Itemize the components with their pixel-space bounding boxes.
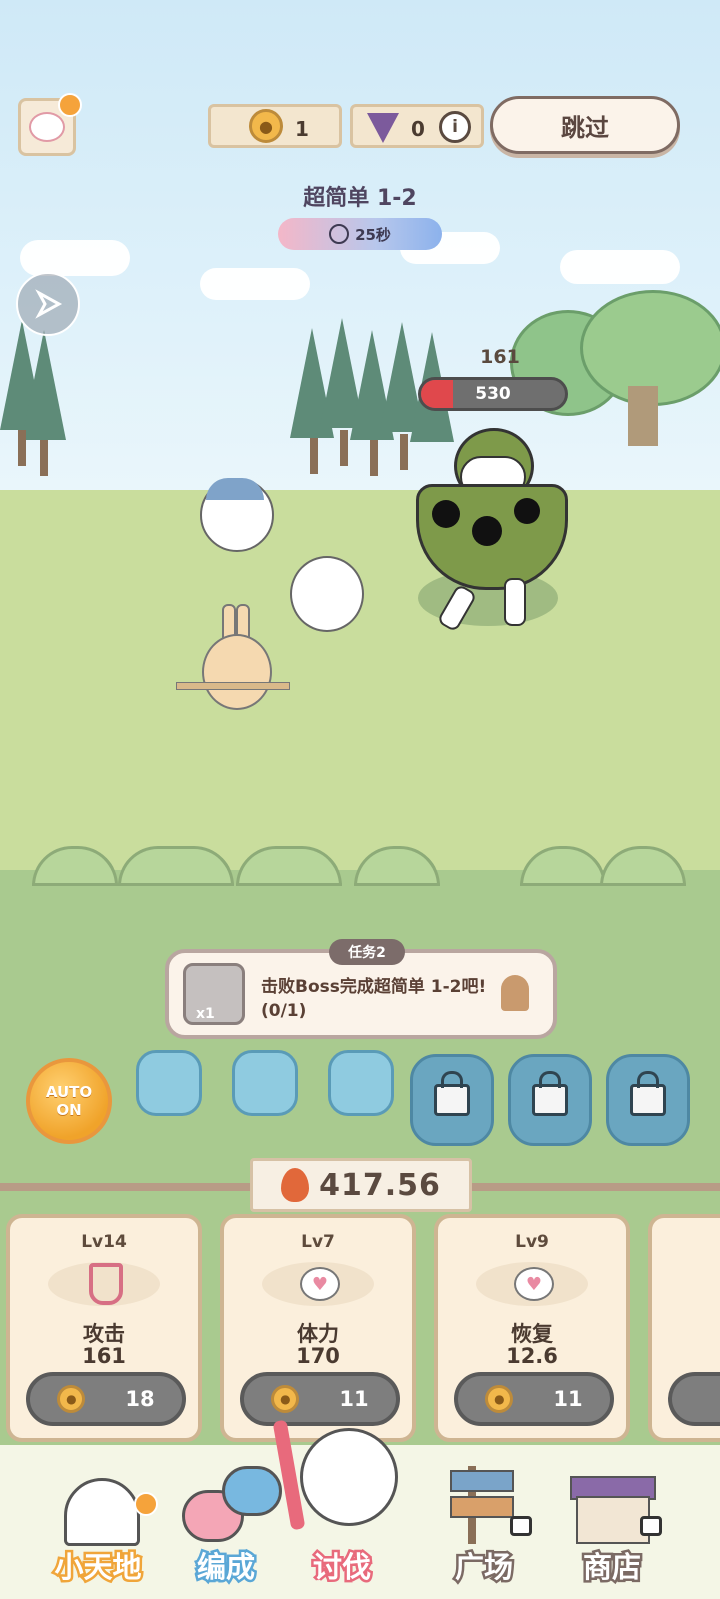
play-arrow-icon — [35, 289, 63, 319]
lock-icon — [532, 1071, 568, 1116]
chiikawa-character — [290, 556, 364, 636]
upgrade-button[interactable]: ● 11 — [240, 1372, 400, 1426]
card-stat-value: 161 — [82, 1344, 126, 1368]
nav-shop[interactable]: 商店 — [552, 1460, 672, 1590]
stopwatch-icon — [329, 224, 350, 244]
team-icon-back — [222, 1466, 282, 1516]
card-level: Lv14 — [81, 1232, 127, 1252]
locked-skill-slot-5[interactable] — [508, 1054, 592, 1146]
gem-counter: 0 i — [350, 104, 484, 148]
battle-icon — [300, 1428, 398, 1526]
boss-monster — [416, 420, 568, 640]
usagi-character — [200, 604, 272, 710]
cloud — [200, 268, 310, 300]
coin-icon: ● — [485, 1385, 514, 1413]
gem-icon — [367, 113, 399, 143]
nav-garden[interactable]: 小天地 — [38, 1460, 158, 1590]
coin-counter: ● 1 — [208, 104, 342, 148]
hachiware-character — [200, 478, 274, 558]
cloud — [20, 240, 130, 276]
nav-plaza[interactable]: 广场 — [424, 1460, 544, 1590]
upgrade-button[interactable] — [668, 1372, 720, 1426]
nav-label: 商店 — [580, 1548, 643, 1587]
skill-slot-1[interactable] — [136, 1050, 202, 1116]
mission-card[interactable]: 任务2 x1 击败Boss完成超简单 1-2吧! (0/1) — [165, 939, 557, 1039]
upgrade-cost: 11 — [553, 1387, 583, 1411]
nav-battle[interactable]: 讨伐 — [272, 1419, 402, 1590]
mission-text: 击败Boss完成超简单 1-2吧! (0/1) — [261, 977, 487, 1021]
lock-icon — [510, 1516, 532, 1536]
bush — [118, 846, 234, 886]
bell-icon — [501, 975, 529, 1011]
power-flame-icon — [281, 1168, 310, 1202]
auto-label: AUTO — [45, 1083, 93, 1101]
skill-slot-3[interactable] — [328, 1050, 394, 1116]
notification-dot — [134, 1492, 158, 1516]
speed-toggle-button[interactable] — [16, 272, 80, 336]
staff-weapon — [176, 682, 290, 690]
boss-attack-value: 161 — [480, 346, 520, 368]
coin-icon: ● — [249, 109, 283, 143]
heart-icon: ♥ — [300, 1264, 340, 1304]
cloud — [560, 250, 680, 284]
lock-icon — [434, 1071, 470, 1116]
card-level: Lv7 — [301, 1232, 335, 1252]
stage-title: 超简单 1-2 — [303, 186, 417, 211]
mission-badge: 任务2 — [329, 939, 405, 965]
battle-timer: 25秒 — [278, 218, 442, 250]
sign-board — [450, 1470, 514, 1492]
claw-icon — [86, 1263, 126, 1305]
shop-building — [576, 1496, 650, 1544]
card-stat-value: 170 — [296, 1344, 340, 1368]
upgrade-cost: 11 — [339, 1387, 369, 1411]
upgrade-card-recovery: Lv9 ♥ 恢复 12.6 ● 11 — [434, 1214, 630, 1442]
coin-icon: ● — [57, 1385, 86, 1413]
coin-icon: ● — [271, 1385, 300, 1413]
timer-text: 25秒 — [355, 225, 391, 244]
house-icon — [64, 1478, 140, 1546]
nav-label: 编成 — [194, 1548, 257, 1587]
sign-board — [450, 1496, 514, 1518]
upgrade-button[interactable]: ● 11 — [454, 1372, 614, 1426]
nav-team[interactable]: 编成 — [166, 1460, 286, 1590]
skill-slot-2[interactable] — [232, 1050, 298, 1116]
boss-hp-text: 530 — [475, 384, 511, 404]
locked-skill-slot-6[interactable] — [606, 1054, 690, 1146]
coin-count: 1 — [295, 117, 309, 141]
heal-icon: ♥ — [514, 1264, 554, 1304]
upgrade-card-partial — [648, 1214, 720, 1442]
nav-label: 讨伐 — [310, 1548, 373, 1587]
card-stat-value: 12.6 — [506, 1344, 558, 1368]
combat-power-panel: 417.56 — [250, 1158, 472, 1212]
auto-state-label: ON — [56, 1101, 82, 1119]
nav-label: 广场 — [452, 1548, 515, 1587]
grass-field — [0, 490, 720, 880]
skip-button[interactable]: 跳过 — [490, 96, 680, 154]
info-icon[interactable]: i — [439, 111, 471, 143]
card-level: Lv9 — [515, 1232, 549, 1252]
upgrade-button[interactable]: ● 18 — [26, 1372, 186, 1426]
notification-dot — [58, 93, 82, 117]
upgrade-card-attack: Lv14 攻击 161 ● 18 — [6, 1214, 202, 1442]
lock-icon — [630, 1071, 666, 1116]
reward-count: x1 — [196, 1006, 215, 1022]
mission-reward-icon: x1 — [183, 963, 245, 1025]
boss-hp-bar: 530 — [418, 377, 568, 411]
lock-icon — [640, 1516, 662, 1536]
auto-battle-toggle[interactable]: AUTO ON — [26, 1058, 112, 1144]
combat-power-value: 417.56 — [319, 1167, 441, 1203]
locked-skill-slot-4[interactable] — [410, 1054, 494, 1146]
avatar-icon — [29, 112, 65, 142]
gem-count: 0 — [411, 117, 425, 141]
upgrade-cost: 18 — [125, 1387, 155, 1411]
upgrade-card-stamina: Lv7 ♥ 体力 170 ● 11 — [220, 1214, 416, 1442]
nav-label: 小天地 — [52, 1548, 144, 1587]
